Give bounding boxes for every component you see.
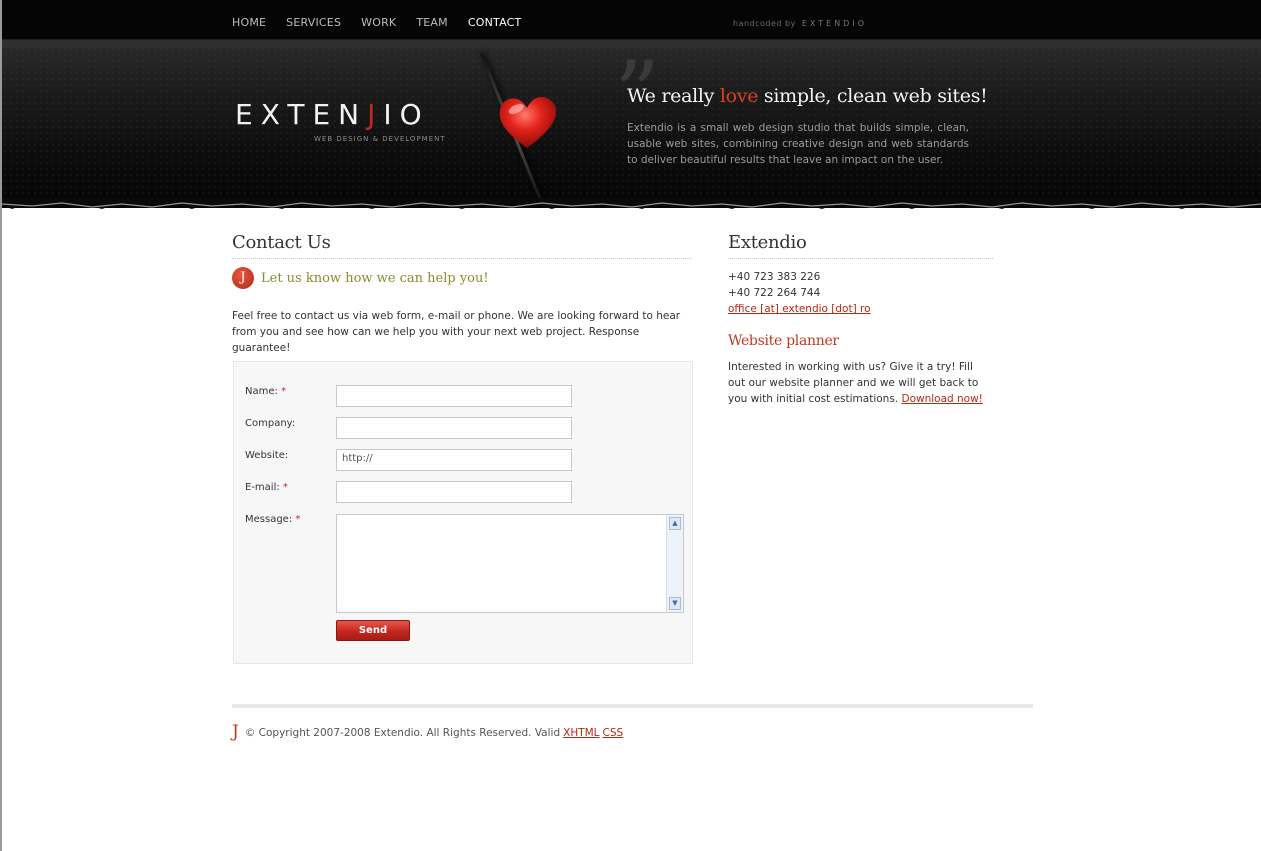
message-label: Message: * [245,514,301,525]
footer-logo-icon: J [232,722,239,742]
website-input[interactable]: http:// [336,449,572,471]
xhtml-link[interactable]: XHTML [563,727,599,739]
scroll-up-icon[interactable]: ▲ [669,517,681,530]
scroll-down-icon[interactable]: ▼ [669,597,681,610]
website-label: Website: [245,450,289,461]
nav-contact[interactable]: CONTACT [468,16,522,29]
download-now-link[interactable]: Download now! [901,393,982,405]
top-navigation-bar: HOME SERVICES WORK TEAM CONTACT handcode… [2,0,1261,40]
contact-form: Name: * Company: Website: http:// E-mail… [233,361,693,664]
required-mark: * [281,386,287,397]
nav-team[interactable]: TEAM [416,16,448,29]
logo-tagline: WEB DESIGN & DEVELOPMENT [314,135,446,143]
website-planner-title: Website planner [728,333,839,349]
logo-text-end: IO [383,98,430,131]
header-intro: Extendio is a small web design studio th… [627,122,969,166]
headline-love: love [719,85,759,107]
contact-subheading: J Let us know how we can help you! [232,267,692,289]
handcoded-brand[interactable]: EXTENDIO [802,19,867,28]
footer: J © Copyright 2007-2008 Extendio. All Ri… [232,724,623,741]
site-header: EXTENJIO WEB DESIGN & DEVELOPMENT ” We r… [2,40,1261,208]
handcoded-credit: handcoded by EXTENDIO [733,19,867,28]
footer-divider [232,704,1033,708]
sidebar-title: Extendio [728,232,993,259]
name-label: Name: * [245,386,287,397]
send-button[interactable]: Send [336,620,410,641]
name-input[interactable] [336,385,572,407]
nav-work[interactable]: WORK [361,16,396,29]
headline-start: We really [627,85,715,107]
extendio-bullet-icon: J [232,267,254,289]
heart-icon [499,97,557,148]
logo-j-mark: J [367,98,384,131]
contact-section: Contact Us J Let us know how we can help… [232,232,692,356]
required-mark: * [295,514,301,525]
contact-subtitle: Let us know how we can help you! [261,270,489,286]
phone-number-1: +40 723 383 226 [728,271,821,283]
site-logo[interactable]: EXTENJIO [235,98,430,131]
nav-services[interactable]: SERVICES [286,16,341,29]
email-link[interactable]: office [at] extendio [dot] ro [728,303,871,315]
copyright-text: © Copyright 2007-2008 Extendio. All Righ… [244,726,561,739]
phone-number-2: +40 722 264 744 [728,287,821,299]
main-nav: HOME SERVICES WORK TEAM CONTACT [232,16,541,29]
handcoded-label: handcoded by [733,19,796,28]
email-input[interactable] [336,481,572,503]
css-link[interactable]: CSS [603,727,624,739]
contact-details: +40 723 383 226 +40 722 264 744 office [… [728,269,993,317]
message-scrollbar[interactable]: ▲ ▼ [666,515,683,612]
message-textarea[interactable]: ▲ ▼ [336,514,684,613]
contact-title: Contact Us [232,232,692,259]
torn-edge-divider [2,198,1261,209]
logo-text-start: EXTEN [235,98,368,131]
company-label: Company: [245,418,296,429]
required-mark: * [282,482,288,493]
headline-end: simple, clean web sites! [763,85,988,107]
website-planner-text: Interested in working with us? Give it a… [728,361,983,405]
sidebar: Extendio +40 723 383 226 +40 722 264 744… [728,232,993,407]
email-label: E-mail: * [245,482,288,493]
nav-home[interactable]: HOME [232,16,266,29]
header-headline: We really love simple, clean web sites! [627,85,988,107]
contact-intro: Feel free to contact us via web form, e-… [232,310,681,354]
company-input[interactable] [336,417,572,439]
